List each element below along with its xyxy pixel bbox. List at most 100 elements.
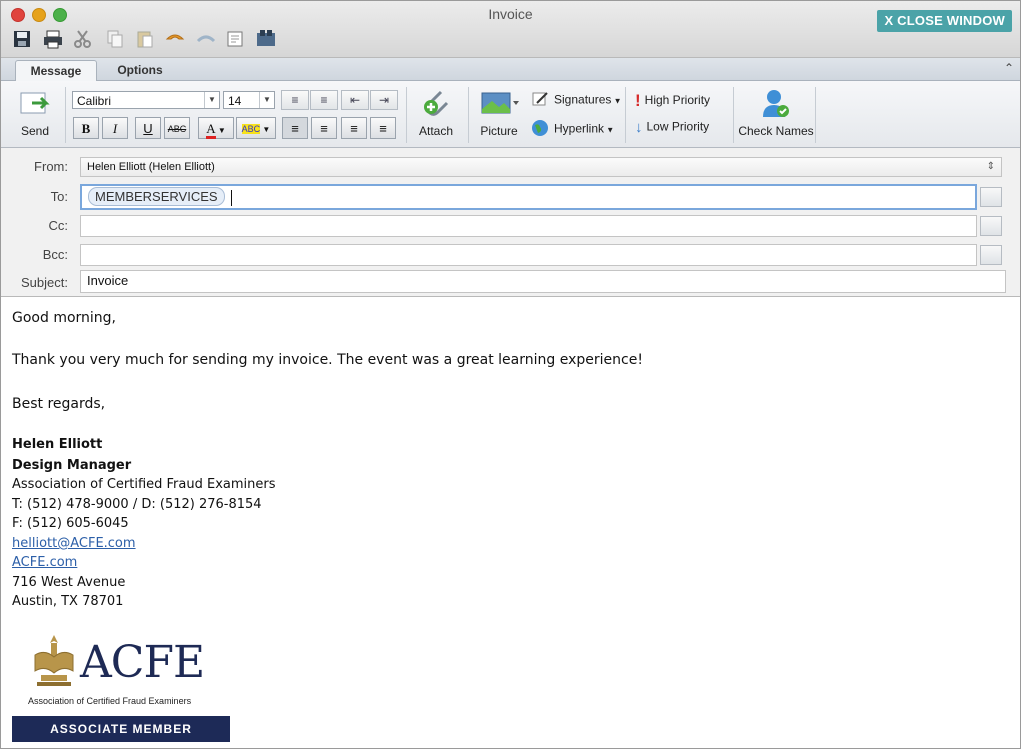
- to-address-book-button[interactable]: [980, 187, 1002, 207]
- logo-wordmark: ACFE: [80, 637, 205, 688]
- high-priority-label: High Priority: [644, 93, 711, 108]
- align-right-button[interactable]: ≡: [341, 117, 367, 139]
- title-bar: Invoice X CLOSE WINDOW: [1, 1, 1020, 58]
- check-names-button[interactable]: Check Names: [738, 87, 814, 138]
- cc-address-book-button[interactable]: [980, 216, 1002, 236]
- strikethrough-button[interactable]: ABC: [164, 117, 190, 139]
- justify-button[interactable]: ≡: [370, 117, 396, 139]
- message-header-fields: From: Helen Elliott (Helen Elliott) ⇕ To…: [1, 148, 1020, 297]
- torch-emblem-icon: [34, 635, 74, 686]
- from-select[interactable]: Helen Elliott (Helen Elliott) ⇕: [80, 157, 1002, 177]
- close-window-button[interactable]: X CLOSE WINDOW: [877, 10, 1012, 32]
- cut-icon[interactable]: [73, 29, 93, 49]
- font-size-value: 14: [228, 94, 242, 108]
- tab-options[interactable]: Options: [101, 60, 179, 80]
- ribbon-divider: [733, 87, 734, 143]
- ribbon-divider: [625, 87, 626, 143]
- paperclip-icon: [424, 90, 449, 116]
- email-compose-window: Invoice X CLOSE WINDOW Message Options ⌃…: [0, 0, 1021, 749]
- globe-icon: [530, 118, 550, 141]
- from-label: From:: [34, 159, 68, 174]
- send-button[interactable]: Send: [13, 89, 57, 138]
- numbering-button[interactable]: ≡: [310, 90, 338, 110]
- align-center-button[interactable]: ≡: [311, 117, 337, 139]
- low-priority-label: Low Priority: [646, 119, 710, 134]
- exclamation-icon: !: [635, 91, 641, 110]
- to-field[interactable]: MEMBERSERVICES: [80, 184, 977, 210]
- print-icon[interactable]: [42, 29, 62, 49]
- align-left-button[interactable]: ≡: [282, 117, 308, 139]
- high-priority-button[interactable]: ! High Priority: [635, 91, 710, 111]
- increase-indent-button[interactable]: ⇥: [370, 90, 398, 110]
- signatures-label: Signatures: [554, 92, 612, 107]
- stepper-icon: ⇕: [986, 161, 995, 172]
- bold-button[interactable]: B: [73, 117, 99, 139]
- bcc-label: Bcc:: [42, 247, 68, 262]
- italic-button[interactable]: I: [102, 117, 128, 139]
- highlight-button[interactable]: ABC ▼: [236, 117, 276, 139]
- subject-label: Subject:: [21, 275, 68, 290]
- ribbon-divider: [468, 87, 469, 143]
- ribbon-divider: [815, 87, 816, 143]
- signature-pen-icon: [532, 91, 550, 110]
- logo-tagline: Association of Certified Fraud Examiners: [28, 696, 192, 706]
- ribbon-divider: [406, 87, 407, 143]
- address-book-icon[interactable]: [255, 29, 275, 49]
- font-color-button[interactable]: A ▼: [198, 117, 234, 139]
- font-name-select[interactable]: Calibri ▼: [72, 91, 220, 109]
- decrease-indent-button[interactable]: ⇤: [341, 90, 369, 110]
- bullets-button[interactable]: ≡: [281, 90, 309, 110]
- attach-label: Attach: [418, 124, 454, 138]
- copy-icon[interactable]: [105, 29, 125, 49]
- hyperlink-button[interactable]: Hyperlink ▼: [530, 118, 614, 141]
- send-label: Send: [20, 124, 50, 138]
- chevron-down-icon: ▼: [259, 92, 274, 108]
- signature-name: Helen Elliott: [12, 437, 103, 452]
- subject-value: Invoice: [87, 273, 129, 288]
- down-arrow-icon: ↓: [635, 119, 643, 136]
- note-icon[interactable]: [225, 29, 245, 49]
- redo-icon[interactable]: [194, 29, 216, 49]
- cc-label: Cc:: [48, 218, 69, 233]
- signature-phone: T: (512) 478-9000 / D: (512) 276-8154: [12, 497, 262, 512]
- address-line-1: 716 West Avenue: [12, 575, 126, 590]
- low-priority-button[interactable]: ↓ Low Priority: [635, 119, 709, 136]
- ribbon: Send Calibri ▼ 14 ▼ ≡ ≡ ⇤ ⇥ B I U ABC A …: [1, 81, 1020, 148]
- collapse-ribbon-icon[interactable]: ⌃: [1004, 61, 1014, 75]
- tab-message[interactable]: Message: [15, 60, 97, 81]
- email-link[interactable]: helliott@ACFE.com: [12, 536, 136, 551]
- underline-button[interactable]: U: [135, 117, 161, 139]
- picture-icon: [481, 92, 519, 114]
- message-line: Thank you very much for sending my invoi…: [12, 352, 643, 368]
- address-line-2: Austin, TX 78701: [12, 594, 124, 609]
- cc-field[interactable]: [80, 215, 977, 237]
- picture-button[interactable]: Picture: [475, 89, 523, 138]
- check-names-label: Check Names: [738, 124, 814, 138]
- signature-title: Design Manager: [12, 458, 132, 473]
- picture-label: Picture: [480, 124, 518, 138]
- send-icon: [20, 92, 50, 114]
- website-link[interactable]: ACFE.com: [12, 555, 77, 570]
- closing-text: Best regards,: [12, 396, 106, 412]
- subject-field[interactable]: Invoice: [80, 270, 1006, 293]
- bcc-field[interactable]: [80, 244, 977, 266]
- greeting-text: Good morning,: [12, 310, 117, 326]
- window-title: Invoice: [488, 6, 533, 22]
- signatures-button[interactable]: Signatures ▼: [532, 91, 622, 110]
- bcc-address-book-button[interactable]: [980, 245, 1002, 265]
- attach-button[interactable]: Attach: [411, 87, 461, 138]
- undo-icon[interactable]: [163, 29, 185, 49]
- ribbon-tabs: Message Options ⌃: [1, 58, 1020, 81]
- paste-icon[interactable]: [135, 29, 155, 49]
- signature-fax: F: (512) 605-6045: [12, 516, 129, 531]
- text-caret: [230, 189, 232, 206]
- ribbon-divider: [65, 87, 66, 143]
- associate-member-badge: ASSOCIATE MEMBER: [12, 716, 230, 742]
- signature-org: Association of Certified Fraud Examiners: [12, 477, 276, 492]
- save-icon[interactable]: [12, 29, 32, 49]
- font-size-select[interactable]: 14 ▼: [223, 91, 275, 109]
- recipient-chip[interactable]: MEMBERSERVICES: [88, 187, 225, 206]
- hyperlink-label: Hyperlink: [554, 121, 605, 136]
- person-check-icon: [763, 90, 789, 117]
- font-name-value: Calibri: [77, 94, 112, 108]
